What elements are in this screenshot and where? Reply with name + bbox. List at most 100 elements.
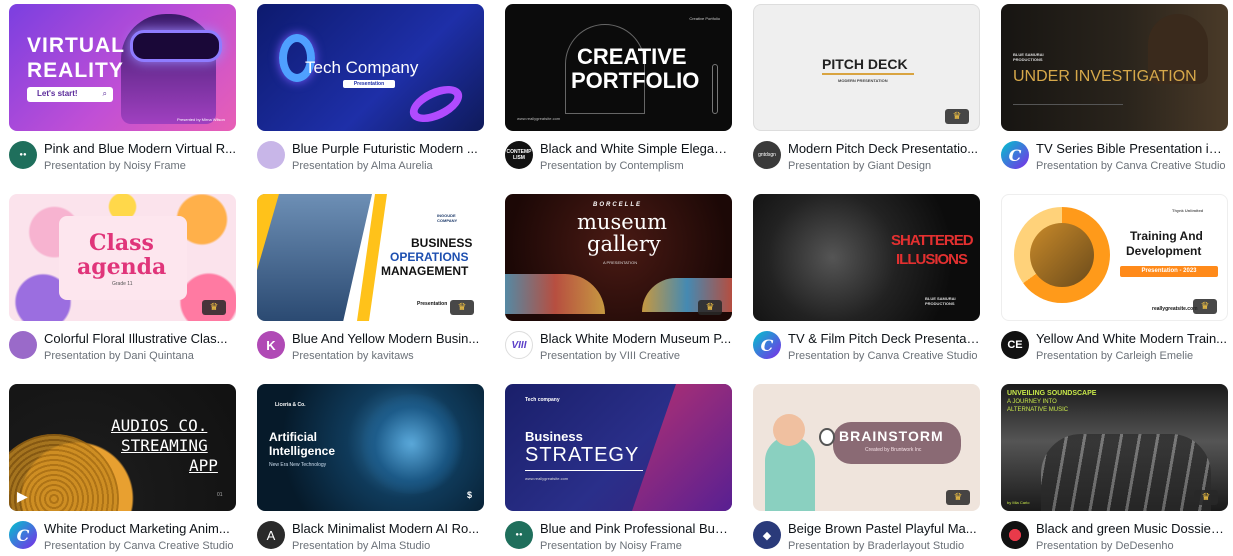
creator-avatar[interactable]: C	[753, 331, 781, 359]
template-card[interactable]: PITCH DECK MODERN PRESENTATION ♛ gntdsgn…	[753, 4, 980, 184]
template-title[interactable]: Yellow And White Modern Train...	[1036, 331, 1228, 347]
creator-avatar[interactable]: K	[257, 331, 285, 359]
thumb-heading: SHATTERED	[891, 232, 974, 249]
template-title[interactable]: Black and White Simple Elegan...	[540, 141, 732, 157]
thumb-footer: 01	[217, 492, 223, 498]
template-thumbnail[interactable]: SHATTERED ILLUSIONS BLUE SAMURAI PRODUCT…	[753, 194, 980, 321]
thumb-subtitle: Grade 11	[112, 281, 133, 287]
template-thumbnail[interactable]: INGOUDE COMPANY BUSINESS OPERATIONS MANA…	[257, 194, 484, 321]
template-card[interactable]: SHATTERED ILLUSIONS BLUE SAMURAI PRODUCT…	[753, 194, 980, 374]
template-title[interactable]: Blue And Yellow Modern Busin...	[292, 331, 484, 347]
template-card[interactable]: Tech company Business STRATEGY www.reall…	[505, 384, 732, 556]
template-card[interactable]: Liceria & Co. Artificial Intelligence Ne…	[257, 384, 484, 556]
template-thumbnail[interactable]: BLUE SAMURAI PRODUCTIONS UNDER INVESTIGA…	[1001, 4, 1228, 131]
lightbulb-icon	[819, 428, 835, 446]
template-thumbnail[interactable]: AUDIOS CO. STREAMING APP 01 ▶	[9, 384, 236, 511]
template-title[interactable]: Black Minimalist Modern AI Ro...	[292, 521, 484, 537]
template-author[interactable]: Presentation by Contemplism	[540, 159, 732, 173]
template-author[interactable]: Presentation by kavitaws	[292, 349, 484, 363]
thumb-footer: reallygreatsite.com	[1152, 306, 1198, 312]
template-title[interactable]: Colorful Floral Illustrative Clas...	[44, 331, 236, 347]
template-title[interactable]: Black and green Music Dossier ...	[1036, 521, 1228, 537]
dollar-icon: $	[467, 490, 473, 500]
template-card[interactable]: INGOUDE COMPANY BUSINESS OPERATIONS MANA…	[257, 194, 484, 374]
thumb-heading: Training And	[1130, 229, 1203, 243]
template-title[interactable]: Pink and Blue Modern Virtual R...	[44, 141, 236, 157]
template-author[interactable]: Presentation by Giant Design	[788, 159, 980, 173]
template-thumbnail[interactable]: BORCELLE museum gallery A PRESENTATION ♛	[505, 194, 732, 321]
template-title[interactable]: Blue Purple Futuristic Modern ...	[292, 141, 484, 157]
thumb-brand: BORCELLE	[593, 202, 642, 208]
template-author[interactable]: Presentation by Canva Creative Studio	[788, 349, 980, 363]
creator-avatar[interactable]: A	[257, 521, 285, 549]
creator-avatar[interactable]: CE	[1001, 331, 1029, 359]
play-icon[interactable]: ▶	[17, 488, 28, 505]
template-thumbnail[interactable]: Liceria & Co. Artificial Intelligence Ne…	[257, 384, 484, 511]
template-author[interactable]: Presentation by Dani Quintana	[44, 349, 236, 363]
thumb-heading: AUDIOS CO.	[111, 416, 208, 435]
thumb-heading: PORTFOLIO	[571, 68, 700, 93]
thumb-heading: museum	[577, 210, 668, 234]
thumb-heading: CREATIVE	[577, 44, 687, 69]
creator-avatar[interactable]	[257, 141, 285, 169]
template-title[interactable]: Beige Brown Pastel Playful Ma...	[788, 521, 980, 537]
template-thumbnail[interactable]: UNVEILING SOUNDSCAPE A JOURNEY INTO ALTE…	[1001, 384, 1228, 511]
creator-avatar[interactable]: CONTEMP LISM	[505, 141, 533, 169]
template-author[interactable]: Presentation by Carleigh Emelie	[1036, 349, 1228, 363]
template-card[interactable]: BORCELLE museum gallery A PRESENTATION ♛…	[505, 194, 732, 374]
template-thumbnail[interactable]: BRAINSTORM Created by Bruntwork Inc ♛	[753, 384, 980, 511]
creator-avatar[interactable]	[9, 331, 37, 359]
creator-avatar[interactable]: VIII	[505, 331, 533, 359]
creator-avatar[interactable]: ●●	[9, 141, 37, 169]
template-thumbnail[interactable]: Tech company Business STRATEGY www.reall…	[505, 384, 732, 511]
template-author[interactable]: Presentation by Canva Creative Studio	[1036, 159, 1228, 173]
template-author[interactable]: Presentation by Noisy Frame	[44, 159, 236, 173]
template-author[interactable]: Presentation by Canva Creative Studio	[44, 539, 236, 553]
thumb-footer: by Mia Carlo	[1007, 500, 1030, 505]
template-title[interactable]: Black White Modern Museum P...	[540, 331, 732, 347]
template-thumbnail[interactable]: PITCH DECK MODERN PRESENTATION ♛	[753, 4, 980, 131]
template-author[interactable]: Presentation by VIII Creative	[540, 349, 732, 363]
template-title[interactable]: Blue and Pink Professional Bus...	[540, 521, 732, 537]
template-thumbnail[interactable]: Thynk Unlimited Training And Development…	[1001, 194, 1228, 321]
template-card[interactable]: BRAINSTORM Created by Bruntwork Inc ♛ ◆ …	[753, 384, 980, 556]
template-title[interactable]: TV & Film Pitch Deck Presentati...	[788, 331, 980, 347]
thumb-heading: Class	[89, 230, 154, 256]
template-author[interactable]: Presentation by Braderlayout Studio	[788, 539, 980, 553]
thumb-footer: www.reallygreatsite.com	[517, 116, 561, 121]
thumb-brand: BLUE SAMURAI PRODUCTIONS	[1013, 52, 1044, 62]
template-title[interactable]: TV Series Bible Presentation in ...	[1036, 141, 1228, 157]
template-author[interactable]: Presentation by Alma Aurelia	[292, 159, 484, 173]
thumb-brand: BLUE SAMURAI PRODUCTIONS	[925, 296, 956, 306]
template-author[interactable]: Presentation by Alma Studio	[292, 539, 484, 553]
creator-avatar[interactable]: gntdsgn	[753, 141, 781, 169]
creator-avatar[interactable]: C	[1001, 141, 1029, 169]
thumb-subtitle: A PRESENTATION	[603, 260, 638, 265]
template-title[interactable]: Modern Pitch Deck Presentatio...	[788, 141, 980, 157]
creator-avatar[interactable]: C	[9, 521, 37, 549]
template-card[interactable]: BLUE SAMURAI PRODUCTIONS UNDER INVESTIGA…	[1001, 4, 1228, 184]
template-card[interactable]: Creative Portfolio CREATIVE PORTFOLIO ww…	[505, 4, 732, 184]
template-card[interactable]: UNVEILING SOUNDSCAPE A JOURNEY INTO ALTE…	[1001, 384, 1228, 556]
template-thumbnail[interactable]: VIRTUAL REALITY Let's start! ⌕ Presented…	[9, 4, 236, 131]
thumb-heading: UNVEILING SOUNDSCAPE	[1007, 390, 1097, 397]
template-author[interactable]: Presentation by DeDesenho	[1036, 539, 1228, 553]
creator-avatar[interactable]	[1001, 521, 1029, 549]
thumb-subtitle: Created by Bruntwork Inc	[865, 447, 922, 453]
template-author[interactable]: Presentation by Noisy Frame	[540, 539, 732, 553]
template-thumbnail[interactable]: Creative Portfolio CREATIVE PORTFOLIO ww…	[505, 4, 732, 131]
creator-avatar[interactable]: ◆	[753, 521, 781, 549]
thumb-brand: INGOUDE COMPANY	[437, 213, 458, 223]
template-title[interactable]: White Product Marketing Anim...	[44, 521, 236, 537]
template-card[interactable]: Thynk Unlimited Training And Development…	[1001, 194, 1228, 374]
template-thumbnail[interactable]: Class agenda Grade 11 ♛	[9, 194, 236, 321]
thumb-heading: gallery	[587, 232, 661, 256]
template-card[interactable]: VIRTUAL REALITY Let's start! ⌕ Presented…	[9, 4, 236, 184]
creator-avatar[interactable]: ●●	[505, 521, 533, 549]
thumb-corner-label: Creative Portfolio	[689, 16, 720, 21]
template-card[interactable]: Tech Company Presentation Blue Purple Fu…	[257, 4, 484, 184]
thumb-brand: Liceria & Co.	[275, 402, 306, 408]
template-card[interactable]: AUDIOS CO. STREAMING APP 01 ▶ C White Pr…	[9, 384, 236, 556]
template-card[interactable]: Class agenda Grade 11 ♛ Colorful Floral …	[9, 194, 236, 374]
template-thumbnail[interactable]: Tech Company Presentation	[257, 4, 484, 131]
